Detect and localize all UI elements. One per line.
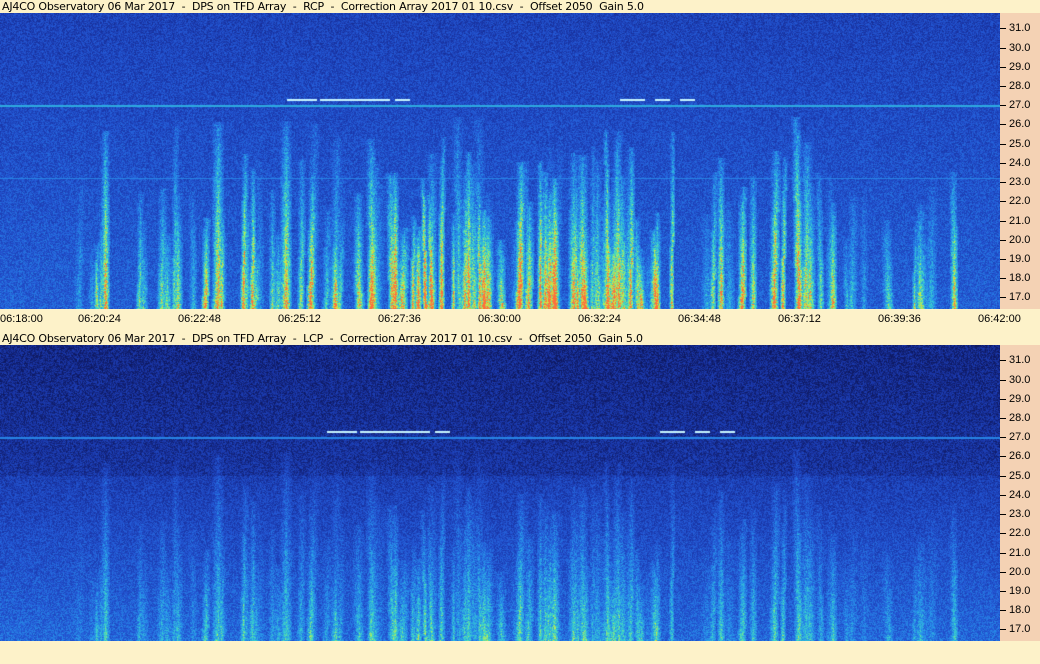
- y-tick-label: 21.0: [1009, 215, 1031, 227]
- y-tick-label: 20.0: [1009, 234, 1031, 246]
- y-tick-label: 28.0: [1009, 412, 1031, 424]
- x-tick-label: 06:22:48: [178, 313, 221, 325]
- y-tick: [1000, 163, 1006, 164]
- x-tick-label: 06:37:12: [778, 313, 821, 325]
- y-tick: [1000, 495, 1006, 496]
- y-tick-label: 17.0: [1009, 291, 1031, 303]
- y-tick-label: 18.0: [1009, 604, 1031, 616]
- frequency-axis-rcp: 31.0 30.0 29.0 28.0 27.0 26.0 25.0 24.0 23.0 22.0…: [1000, 13, 1040, 309]
- y-tick-label: 17.0: [1009, 623, 1031, 635]
- y-tick: [1000, 67, 1006, 68]
- x-tick-label: 06:34:48: [678, 313, 721, 325]
- y-tick-label: 29.0: [1009, 393, 1031, 405]
- y-tick-label: 20.0: [1009, 566, 1031, 578]
- y-tick: [1000, 124, 1006, 125]
- y-tick-label: 30.0: [1009, 374, 1031, 386]
- y-tick-label: 26.0: [1009, 118, 1031, 130]
- y-tick-label: 19.0: [1009, 585, 1031, 597]
- y-tick-label: 24.0: [1009, 157, 1031, 169]
- y-tick-label: 25.0: [1009, 470, 1031, 482]
- y-tick: [1000, 259, 1006, 260]
- y-tick: [1000, 476, 1006, 477]
- y-tick: [1000, 399, 1006, 400]
- time-axis-lcp: [0, 641, 1040, 664]
- y-tick-label: 21.0: [1009, 547, 1031, 559]
- frequency-axis-lcp: 31.0 30.0 29.0 28.0 27.0 26.0 25.0 24.0 23.0 22.0…: [1000, 345, 1040, 641]
- y-tick: [1000, 221, 1006, 222]
- y-tick-label: 19.0: [1009, 253, 1031, 265]
- y-tick-label: 24.0: [1009, 489, 1031, 501]
- y-tick-label: 29.0: [1009, 61, 1031, 73]
- y-tick: [1000, 182, 1006, 183]
- y-tick: [1000, 591, 1006, 592]
- y-tick: [1000, 456, 1006, 457]
- y-tick: [1000, 86, 1006, 87]
- y-tick-label: 23.0: [1009, 176, 1031, 188]
- time-axis-rcp: 06:18:00 06:20:24 06:22:48 06:25:12 06:27:36…: [0, 309, 1040, 329]
- y-tick: [1000, 553, 1006, 554]
- y-tick: [1000, 48, 1006, 49]
- spectrogram-lcp: [0, 345, 1000, 641]
- x-tick-label: 06:39:36: [878, 313, 921, 325]
- panel-title-rcp: AJ4CO Observatory 06 Mar 2017 - DPS on T…: [2, 0, 644, 13]
- y-tick-label: 18.0: [1009, 272, 1031, 284]
- y-tick-label: 23.0: [1009, 508, 1031, 520]
- y-tick: [1000, 105, 1006, 106]
- y-tick-label: 27.0: [1009, 99, 1031, 111]
- y-tick: [1000, 437, 1006, 438]
- y-tick-label: 25.0: [1009, 138, 1031, 150]
- y-tick: [1000, 240, 1006, 241]
- y-tick-label: 31.0: [1009, 354, 1031, 366]
- x-tick-label: 06:42:00: [978, 313, 1021, 325]
- x-tick-label: 06:32:24: [578, 313, 621, 325]
- y-tick: [1000, 201, 1006, 202]
- y-tick: [1000, 629, 1006, 630]
- y-tick-label: 27.0: [1009, 431, 1031, 443]
- spectrogram-rcp: [0, 13, 1000, 309]
- x-tick-label: 06:25:12: [278, 313, 321, 325]
- y-tick: [1000, 418, 1006, 419]
- y-tick-label: 22.0: [1009, 195, 1031, 207]
- y-tick-label: 30.0: [1009, 42, 1031, 54]
- y-tick: [1000, 572, 1006, 573]
- y-tick-label: 22.0: [1009, 527, 1031, 539]
- y-tick: [1000, 278, 1006, 279]
- y-tick: [1000, 360, 1006, 361]
- y-tick-label: 28.0: [1009, 80, 1031, 92]
- y-tick: [1000, 380, 1006, 381]
- y-tick: [1000, 144, 1006, 145]
- x-tick-label: 06:18:00: [0, 313, 43, 325]
- y-tick: [1000, 610, 1006, 611]
- y-tick-label: 31.0: [1009, 22, 1031, 34]
- panel-title-lcp: AJ4CO Observatory 06 Mar 2017 - DPS on T…: [2, 332, 643, 345]
- x-tick-label: 06:20:24: [78, 313, 121, 325]
- y-tick: [1000, 297, 1006, 298]
- x-tick-label: 06:30:00: [478, 313, 521, 325]
- y-tick: [1000, 28, 1006, 29]
- y-tick-label: 26.0: [1009, 450, 1031, 462]
- x-tick-label: 06:27:36: [378, 313, 421, 325]
- y-tick: [1000, 514, 1006, 515]
- y-tick: [1000, 533, 1006, 534]
